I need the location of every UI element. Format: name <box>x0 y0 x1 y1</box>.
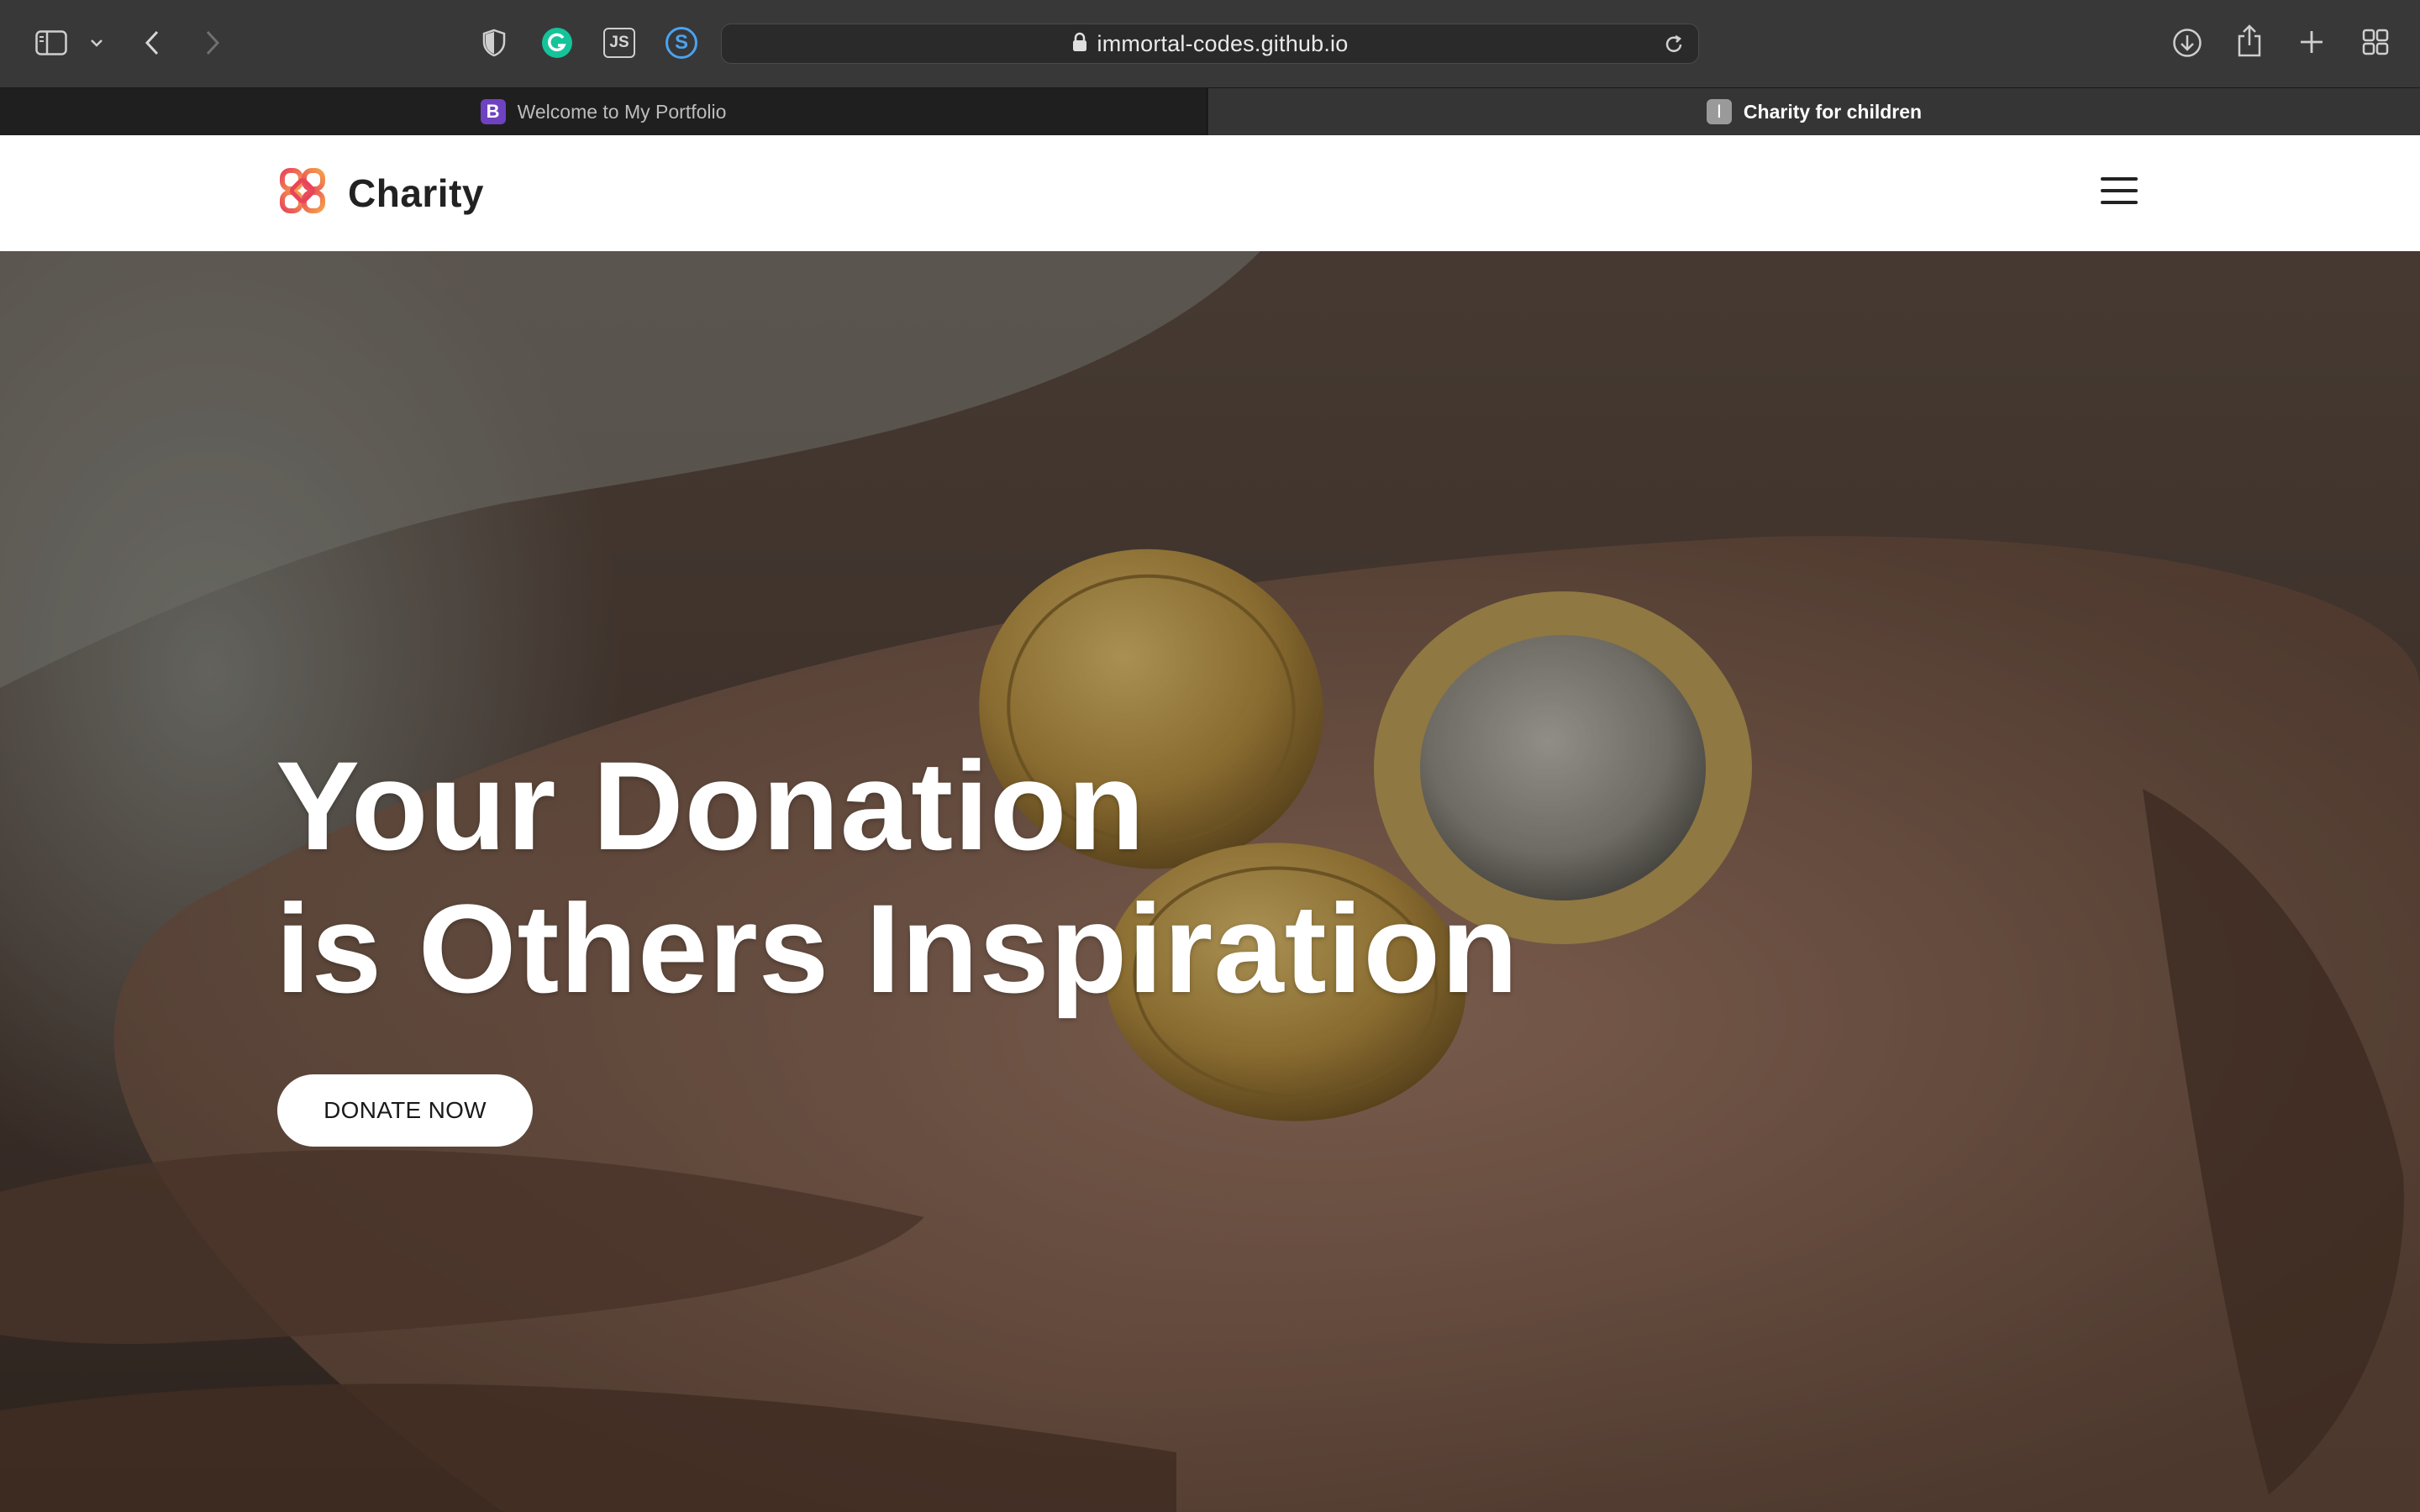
tab-label: Charity for children <box>1743 100 1923 123</box>
sidebar-icon[interactable] <box>34 29 69 57</box>
hero-title-line-1: Your Donation <box>276 735 1146 876</box>
plus-icon[interactable] <box>2297 28 2326 56</box>
brand-link[interactable]: Charity <box>276 164 484 222</box>
download-icon[interactable] <box>2171 27 2203 59</box>
lock-icon <box>1072 32 1087 56</box>
brand-name: Charity <box>348 171 484 215</box>
chevron-left-icon[interactable] <box>139 27 165 59</box>
tab-grid-icon[interactable] <box>2361 28 2390 56</box>
s-extension-icon[interactable]: S <box>666 27 697 59</box>
charity-logo-icon <box>276 164 329 222</box>
site-header: Charity <box>0 135 2420 251</box>
hamburger-menu-icon[interactable] <box>2101 176 2138 206</box>
share-icon[interactable] <box>2235 24 2264 59</box>
tab-favicon: B <box>480 99 506 124</box>
js-extension-icon[interactable]: JS <box>603 28 635 58</box>
browser-toolbar: JS S immortal-codes.github.io <box>0 0 2420 87</box>
donate-now-button[interactable]: DONATE NOW <box>277 1074 533 1147</box>
hero-title: Your Donation is Others Inspiration <box>276 734 1519 1020</box>
url-text: immortal-codes.github.io <box>1097 30 1349 56</box>
tab-bar: B Welcome to My Portfolio I Charity for … <box>0 87 2420 135</box>
hero-section: Your Donation is Others Inspiration DONA… <box>0 251 2420 1512</box>
tab-charity[interactable]: I Charity for children <box>1208 88 2420 135</box>
grammarly-icon[interactable] <box>541 27 573 59</box>
chevron-right-icon[interactable] <box>200 27 225 59</box>
shield-icon[interactable] <box>481 28 508 58</box>
chevron-down-icon[interactable] <box>87 34 106 52</box>
address-bar[interactable]: immortal-codes.github.io <box>721 24 1699 64</box>
tab-portfolio[interactable]: B Welcome to My Portfolio <box>0 88 1207 135</box>
hero-title-line-2: is Others Inspiration <box>276 878 1519 1019</box>
tab-favicon: I <box>1706 99 1732 124</box>
reload-icon[interactable] <box>1663 34 1685 60</box>
tab-label: Welcome to My Portfolio <box>517 100 727 123</box>
